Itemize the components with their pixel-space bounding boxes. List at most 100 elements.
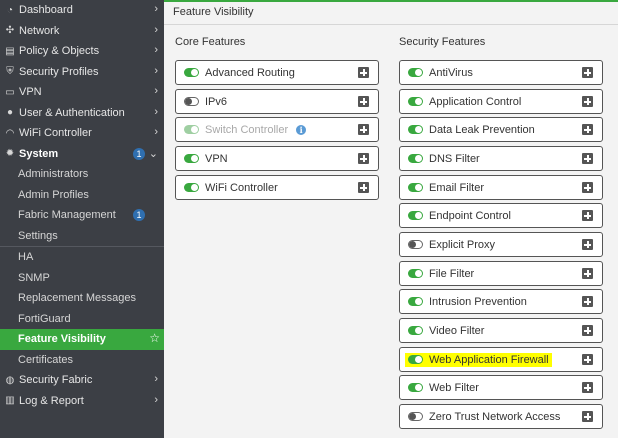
- divider: [164, 24, 618, 25]
- nav-fortiguard[interactable]: FortiGuard: [0, 309, 164, 330]
- feature-label: VPN: [205, 152, 228, 165]
- plus-icon[interactable]: [582, 354, 593, 365]
- toggle-switch[interactable]: [408, 125, 423, 134]
- policy-icon: ▤: [5, 45, 15, 57]
- toggle-switch[interactable]: [408, 97, 423, 106]
- nav-label: SNMP: [18, 271, 50, 284]
- feature-vpn: VPN: [175, 146, 379, 171]
- toggle-switch[interactable]: [408, 355, 423, 364]
- feature-label: Web Filter: [429, 381, 479, 394]
- toggle-switch[interactable]: [408, 183, 423, 192]
- chevron-right-icon: ›: [154, 393, 158, 406]
- nav-label: Dashboard: [19, 4, 73, 17]
- nav-dashboard[interactable]: ◔ Dashboard ›: [0, 0, 164, 21]
- feature-zero-trust-network-access: Zero Trust Network Access: [399, 404, 603, 429]
- feature-label: Advanced Routing: [205, 66, 295, 79]
- nav-replacement-messages[interactable]: Replacement Messages: [0, 288, 164, 309]
- toggle-switch[interactable]: [408, 269, 423, 278]
- plus-icon[interactable]: [582, 268, 593, 279]
- notification-badge: 1: [133, 147, 145, 160]
- plus-icon[interactable]: [582, 296, 593, 307]
- nav-certificates[interactable]: Certificates: [0, 350, 164, 371]
- toggle-switch: [184, 125, 199, 134]
- feature-switch-controller: Switch Controller i: [175, 117, 379, 142]
- feature-explicit-proxy: Explicit Proxy: [399, 232, 603, 257]
- plus-icon[interactable]: [582, 210, 593, 221]
- nav-policy-objects[interactable]: ▤ Policy & Objects ›: [0, 41, 164, 62]
- nav-label: Feature Visibility: [18, 333, 106, 346]
- feature-web-filter: Web Filter: [399, 375, 603, 400]
- plus-icon[interactable]: [358, 182, 369, 193]
- plus-icon[interactable]: [582, 182, 593, 193]
- toggle-switch[interactable]: [408, 383, 423, 392]
- nav-ha[interactable]: HA: [0, 247, 164, 268]
- nav-log-report[interactable]: ▥ Log & Report ›: [0, 391, 164, 412]
- feature-label: AntiVirus: [429, 66, 473, 79]
- feature-antivirus: AntiVirus: [399, 60, 603, 85]
- toggle-switch[interactable]: [408, 68, 423, 77]
- toggle-switch[interactable]: [408, 412, 423, 421]
- nav-settings[interactable]: Settings: [0, 226, 164, 247]
- feature-label: DNS Filter: [429, 152, 480, 165]
- toggle-switch[interactable]: [184, 97, 199, 106]
- plus-icon[interactable]: [358, 67, 369, 78]
- feature-dns-filter: DNS Filter: [399, 146, 603, 171]
- plus-icon[interactable]: [582, 411, 593, 422]
- star-icon[interactable]: ☆: [149, 331, 160, 345]
- nav-snmp[interactable]: SNMP: [0, 268, 164, 289]
- nav-administrators[interactable]: Administrators: [0, 164, 164, 185]
- plus-icon[interactable]: [582, 124, 593, 135]
- nav-fabric-management[interactable]: Fabric Management 1: [0, 205, 164, 226]
- toggle-switch[interactable]: [408, 240, 423, 249]
- toggle-switch[interactable]: [408, 211, 423, 220]
- feature-label: Explicit Proxy: [429, 238, 496, 251]
- plus-icon[interactable]: [582, 153, 593, 164]
- nav-security-profiles[interactable]: ⛨ Security Profiles ›: [0, 62, 164, 83]
- plus-icon[interactable]: [582, 67, 593, 78]
- plus-icon[interactable]: [358, 96, 369, 107]
- plus-icon[interactable]: [358, 153, 369, 164]
- plus-icon[interactable]: [358, 124, 369, 135]
- toggle-switch[interactable]: [184, 154, 199, 163]
- wifi-icon: ◠: [5, 127, 15, 139]
- toggle-switch[interactable]: [184, 183, 199, 192]
- plus-icon[interactable]: [582, 96, 593, 107]
- nav-label: Network: [19, 24, 60, 37]
- plus-icon[interactable]: [582, 325, 593, 336]
- feature-label: IPv6: [205, 95, 228, 108]
- feature-intrusion-prevention: Intrusion Prevention: [399, 289, 603, 314]
- nav-vpn[interactable]: ▭ VPN ›: [0, 82, 164, 103]
- chevron-right-icon: ›: [154, 64, 158, 77]
- plus-icon[interactable]: [582, 239, 593, 250]
- feature-label: Switch Controller: [205, 123, 289, 136]
- nav-label: Settings: [18, 229, 58, 242]
- nav-label: Admin Profiles: [18, 188, 89, 201]
- toggle-switch[interactable]: [184, 68, 199, 77]
- nav-label: FortiGuard: [18, 312, 71, 325]
- nav-user-authentication[interactable]: ● User & Authentication ›: [0, 103, 164, 124]
- nav-label: Log & Report: [19, 394, 84, 407]
- nav-network[interactable]: ✣ Network ›: [0, 21, 164, 42]
- nav-label: Administrators: [18, 168, 89, 181]
- feature-data-leak-prevention: Data Leak Prevention: [399, 117, 603, 142]
- nav-label: Security Fabric: [19, 374, 93, 387]
- toggle-switch[interactable]: [408, 154, 423, 163]
- feature-label: Intrusion Prevention: [429, 295, 527, 308]
- nav-system[interactable]: ✹ System 1 ⌄: [0, 144, 164, 165]
- nav-admin-profiles[interactable]: Admin Profiles: [0, 185, 164, 206]
- notification-badge: 1: [133, 209, 145, 221]
- info-icon[interactable]: i: [296, 124, 307, 135]
- nav-security-fabric[interactable]: ◍ Security Fabric ›: [0, 370, 164, 391]
- page-title: Feature Visibility: [173, 6, 254, 18]
- feature-advanced-routing: Advanced Routing: [175, 60, 379, 85]
- chevron-right-icon: ›: [154, 105, 158, 118]
- nav-label: Policy & Objects: [19, 45, 100, 58]
- toggle-switch[interactable]: [408, 297, 423, 306]
- plus-icon[interactable]: [582, 382, 593, 393]
- feature-label: Data Leak Prevention: [429, 123, 535, 136]
- nav-feature-visibility[interactable]: Feature Visibility ☆: [0, 329, 164, 350]
- feature-label: Video Filter: [429, 324, 485, 337]
- nav-wifi-controller[interactable]: ◠ WiFi Controller ›: [0, 123, 164, 144]
- toggle-switch[interactable]: [408, 326, 423, 335]
- nav-label: Security Profiles: [19, 65, 99, 78]
